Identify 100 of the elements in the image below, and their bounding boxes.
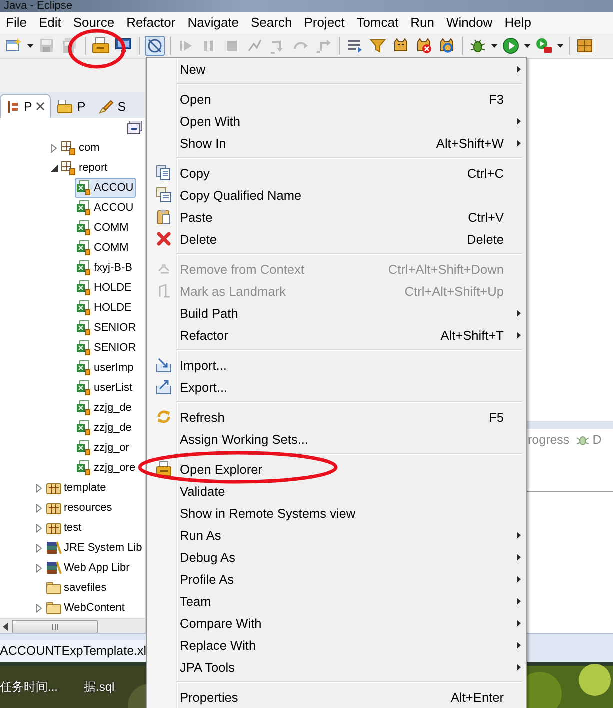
menu-item[interactable]: Show In Alt+Shift+W xyxy=(147,132,526,154)
menu-item[interactable]: Refactor xyxy=(120,13,182,33)
tree-item[interactable]: fxyj-B-B xyxy=(75,258,134,278)
expand-arrow-icon[interactable] xyxy=(36,544,42,552)
tree-item[interactable]: resources xyxy=(45,498,114,518)
spreadsheet-file-icon xyxy=(76,360,92,376)
view-tab[interactable]: S xyxy=(92,94,132,118)
expand-arrow-icon[interactable] xyxy=(36,484,42,492)
caret-icon[interactable] xyxy=(491,44,498,48)
menu-item[interactable]: Edit xyxy=(32,13,68,33)
view-tab[interactable]: P xyxy=(0,94,52,118)
scroll-left-icon[interactable] xyxy=(3,623,8,631)
menu-item[interactable]: Compare With xyxy=(147,612,526,634)
folder-icon[interactable] xyxy=(92,37,110,55)
menu-item[interactable]: Paste Ctrl+V xyxy=(147,206,526,228)
tree-item[interactable]: ACCOU xyxy=(75,178,136,198)
menu-item[interactable]: Properties Alt+Enter xyxy=(147,686,526,708)
menu-item[interactable]: Copy Ctrl+C xyxy=(147,162,526,184)
menu-item[interactable]: Tomcat xyxy=(350,13,405,33)
run-icon[interactable] xyxy=(502,37,520,55)
tree-item[interactable]: com xyxy=(60,138,102,158)
menu-item[interactable]: Help xyxy=(498,13,538,33)
scrollbar-thumb[interactable] xyxy=(12,620,98,634)
menu-item[interactable]: Open Explorer xyxy=(147,458,526,480)
folder-icon xyxy=(57,100,74,114)
menu-item[interactable]: Open F3 xyxy=(147,88,526,110)
submenu-arrow-icon xyxy=(517,554,521,560)
tree-item[interactable]: zzjg_ore xyxy=(75,458,138,478)
tree-item[interactable]: COMM xyxy=(75,238,131,258)
tree-item[interactable]: template xyxy=(45,478,108,498)
collapse-all-icon[interactable] xyxy=(127,121,143,135)
tool-run-icon[interactable] xyxy=(535,37,553,55)
menu-item[interactable]: Team xyxy=(147,590,526,612)
menu-item[interactable]: Show in Remote Systems view xyxy=(147,502,526,524)
caret-icon[interactable] xyxy=(557,44,564,48)
close-icon xyxy=(156,231,172,247)
grid-icon[interactable] xyxy=(576,37,594,55)
spreadsheet-file-icon xyxy=(76,320,92,336)
cat-stop-icon[interactable] xyxy=(415,37,433,55)
menu-item[interactable]: Export... xyxy=(147,376,526,398)
submenu-arrow-icon xyxy=(517,598,521,604)
tree-item[interactable]: report xyxy=(60,158,110,178)
caret-icon[interactable] xyxy=(27,44,34,48)
tree-item[interactable]: WebContent xyxy=(45,598,127,618)
menu-item[interactable]: New xyxy=(147,58,526,80)
tree-item[interactable]: ACCOU xyxy=(75,198,136,218)
import-icon xyxy=(156,357,172,373)
menu-item[interactable]: Copy Qualified Name xyxy=(147,184,526,206)
cat-refresh-icon[interactable] xyxy=(438,37,456,55)
bug-icon[interactable] xyxy=(469,37,487,55)
tree-item[interactable]: COMM xyxy=(75,218,131,238)
icon-label[interactable]: 任务时间... xyxy=(0,680,58,694)
menu-item[interactable]: Window xyxy=(440,13,499,33)
tree-item[interactable]: HOLDE xyxy=(75,298,134,318)
tree-item[interactable]: Web App Libr xyxy=(45,558,132,578)
tree-item[interactable]: HOLDE xyxy=(75,278,134,298)
filter-icon[interactable] xyxy=(369,37,387,55)
view-tab[interactable]: rogress xyxy=(528,433,570,447)
menu-item[interactable]: Navigate xyxy=(182,13,246,33)
icon-label[interactable]: 据.sql xyxy=(84,680,115,694)
menu-item[interactable]: Run xyxy=(404,13,440,33)
caret-icon[interactable] xyxy=(524,44,531,48)
tree-item[interactable]: SENIOR xyxy=(75,318,138,338)
menu-item[interactable]: File xyxy=(0,13,33,33)
view-tab[interactable]: P xyxy=(51,94,92,118)
tree-item[interactable]: zzjg_de xyxy=(75,398,134,418)
menu-item[interactable]: Search xyxy=(245,13,298,33)
tree-item[interactable]: SENIOR xyxy=(75,338,138,358)
tree-item[interactable]: zzjg_or xyxy=(75,438,132,458)
tree-item[interactable]: userList xyxy=(75,378,135,398)
menu-item[interactable]: Refresh F5 xyxy=(147,406,526,428)
expand-arrow-icon[interactable] xyxy=(36,504,42,512)
menu-item[interactable]: Profile As xyxy=(147,568,526,590)
menu-item[interactable]: Import... xyxy=(147,354,526,376)
menu-item[interactable]: Assign Working Sets... xyxy=(147,428,526,450)
tree-item[interactable]: JRE System Lib xyxy=(45,538,144,558)
menu-item[interactable]: Run As xyxy=(147,524,526,546)
menu-item[interactable]: Project xyxy=(298,13,351,33)
menu-item[interactable]: Validate xyxy=(147,480,526,502)
view-tab[interactable]: D xyxy=(576,433,602,447)
expand-arrow-icon[interactable] xyxy=(36,524,42,532)
expand-arrow-icon[interactable] xyxy=(36,604,42,612)
close-icon[interactable] xyxy=(36,102,46,111)
menu-item[interactable]: Source xyxy=(67,13,121,33)
submenu-arrow-icon xyxy=(517,664,521,670)
menu-item[interactable]: Debug As xyxy=(147,546,526,568)
collapse-arrow-icon[interactable] xyxy=(50,164,58,172)
menu-item[interactable]: Refactor Alt+Shift+T xyxy=(147,324,526,346)
tree-item[interactable]: test xyxy=(45,518,84,538)
menu-item[interactable]: Build Path xyxy=(147,302,526,324)
menu-item[interactable]: Open With xyxy=(147,110,526,132)
expand-arrow-icon[interactable] xyxy=(51,144,57,152)
tree-item[interactable]: zzjg_de xyxy=(75,418,134,438)
lines-icon[interactable] xyxy=(346,37,364,55)
save-all-icon[interactable] xyxy=(61,37,79,55)
tree-item[interactable]: userImp xyxy=(75,358,136,378)
tree-item[interactable]: savefiles xyxy=(45,578,109,598)
spreadsheet-file-icon xyxy=(76,400,92,416)
menu-item[interactable]: Delete Delete xyxy=(147,228,526,250)
expand-arrow-icon[interactable] xyxy=(36,564,42,572)
